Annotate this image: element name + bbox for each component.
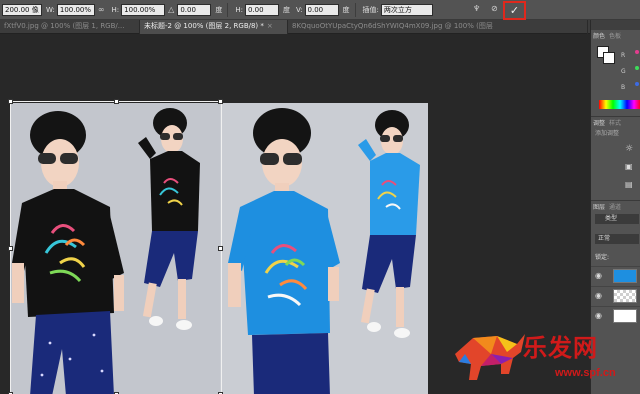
add-adjustment-label: 添加调整	[595, 130, 620, 137]
link-icon[interactable]: ∞	[98, 5, 105, 14]
r-label: R	[621, 52, 626, 59]
bull-logo-icon	[455, 334, 525, 380]
tab-swatches[interactable]: 色板	[607, 30, 623, 41]
h-skew-unit: 度	[282, 5, 290, 14]
layers-panel-tabs: 图层 通道	[591, 200, 640, 212]
filter-kind-label: 类型	[605, 215, 618, 222]
height-percent-input[interactable]: 100.00%	[121, 3, 166, 16]
checkmark-icon: ✓	[509, 4, 520, 17]
transform-handle-top[interactable]	[114, 99, 119, 104]
v-skew-label: V:	[295, 5, 303, 14]
h-skew-input[interactable]: 0.00	[244, 3, 279, 16]
divider	[227, 2, 229, 17]
red-slider[interactable]	[635, 50, 639, 54]
background-color-swatch[interactable]	[603, 52, 615, 64]
blue-shirt-photo	[220, 103, 428, 394]
warp-mode-icon[interactable]: ♆	[473, 4, 480, 13]
v-skew-input[interactable]: 0.00	[304, 3, 339, 16]
tab-layers[interactable]: 图层	[591, 201, 607, 212]
tab-styles[interactable]: 样式	[607, 117, 623, 128]
interpolation-label: 插值:	[362, 5, 379, 14]
site-watermark: 乐发网 www.spf.cn	[445, 322, 640, 394]
tab-label: 未标题-2 @ 100% (图层 2, RGB/8) *	[144, 22, 264, 30]
h-label: H:	[111, 5, 120, 14]
layer-row[interactable]: ◉	[591, 266, 640, 284]
adjustments-panel-tabs: 调整 样式	[591, 116, 640, 128]
color-panel-tabs: 颜色 色板	[591, 30, 640, 41]
width-percent-input[interactable]: 100.00%	[56, 3, 95, 16]
dock-header	[591, 20, 640, 30]
tab-channels[interactable]: 通道	[607, 201, 623, 212]
free-transform-bounding-box[interactable]	[8, 99, 223, 394]
transform-handle-top-right[interactable]	[218, 99, 223, 104]
layer-thumbnail	[613, 289, 637, 303]
lock-label: 锁定:	[595, 254, 610, 261]
divider	[354, 2, 356, 17]
angle-input[interactable]: 0.00	[177, 3, 212, 16]
watermark-title: 乐发网	[523, 333, 598, 362]
document-tab-bar: fXtfV0.jpg @ 100% (图层 1, RGB/... 未标题-2 @…	[0, 20, 590, 34]
brightness-icon[interactable]: ☼	[625, 144, 633, 154]
layer-thumbnail	[613, 309, 637, 323]
tab-label: 8KQquoOtYUpaCtyQn6dShYWIQ4mX09.jpg @ 100…	[292, 22, 493, 30]
tab-document-3[interactable]: 8KQquoOtYUpaCtyQn6dShYWIQ4mX09.jpg @ 100…	[288, 20, 588, 34]
blend-mode-select[interactable]: 正常	[595, 234, 639, 244]
layer-thumbnail	[613, 269, 637, 283]
layer-row[interactable]: ◉	[591, 286, 640, 304]
eye-icon[interactable]: ◉	[595, 271, 602, 280]
options-bar: 200.00 像 W: 100.00% ∞ H: 100.00% △ 0.00 …	[0, 0, 640, 20]
transform-handle-top-left[interactable]	[8, 99, 13, 104]
tab-label: fXtfV0.jpg @ 100% (图层 1, RGB/...	[4, 22, 125, 30]
vibrance-icon[interactable]: ▤	[625, 180, 633, 189]
cancel-transform-icon[interactable]: ⊘	[491, 4, 498, 13]
tab-document-2[interactable]: 未标题-2 @ 100% (图层 2, RGB/8) * ×	[140, 20, 288, 34]
green-slider[interactable]	[635, 66, 639, 70]
watermark-url: www.spf.cn	[555, 367, 616, 379]
eye-icon[interactable]: ◉	[595, 311, 602, 320]
tab-document-1[interactable]: fXtfV0.jpg @ 100% (图层 1, RGB/...	[0, 20, 140, 34]
w-label: W:	[46, 5, 55, 14]
blue-slider[interactable]	[635, 82, 639, 86]
angle-unit: 度	[215, 5, 223, 14]
commit-transform-button[interactable]: ✓	[503, 1, 526, 20]
interpolation-select[interactable]: 两次立方	[380, 3, 433, 16]
color-spectrum-bar[interactable]	[599, 100, 640, 109]
photoshop-window: { "options_bar": { "w_value": "200.00 像"…	[0, 0, 640, 394]
g-label: G	[621, 68, 626, 75]
transform-handle-right[interactable]	[218, 246, 223, 251]
b-label: B	[621, 84, 626, 91]
close-icon[interactable]: ×	[267, 22, 273, 30]
layer-filter-select[interactable]: 类型	[595, 214, 639, 224]
tab-color[interactable]: 颜色	[591, 30, 607, 41]
blend-mode-label: 正常	[598, 235, 611, 242]
levels-icon[interactable]: ▣	[625, 162, 633, 171]
v-skew-unit: 度	[342, 5, 350, 14]
angle-icon: △	[168, 5, 175, 14]
tab-adjustments[interactable]: 调整	[591, 117, 607, 128]
h-skew-label: H:	[235, 5, 243, 14]
photo-layer-blue-shirt[interactable]	[220, 103, 428, 394]
eye-icon[interactable]: ◉	[595, 291, 602, 300]
reference-point-width-field[interactable]: 200.00 像	[2, 3, 42, 16]
transform-handle-left[interactable]	[8, 246, 13, 251]
